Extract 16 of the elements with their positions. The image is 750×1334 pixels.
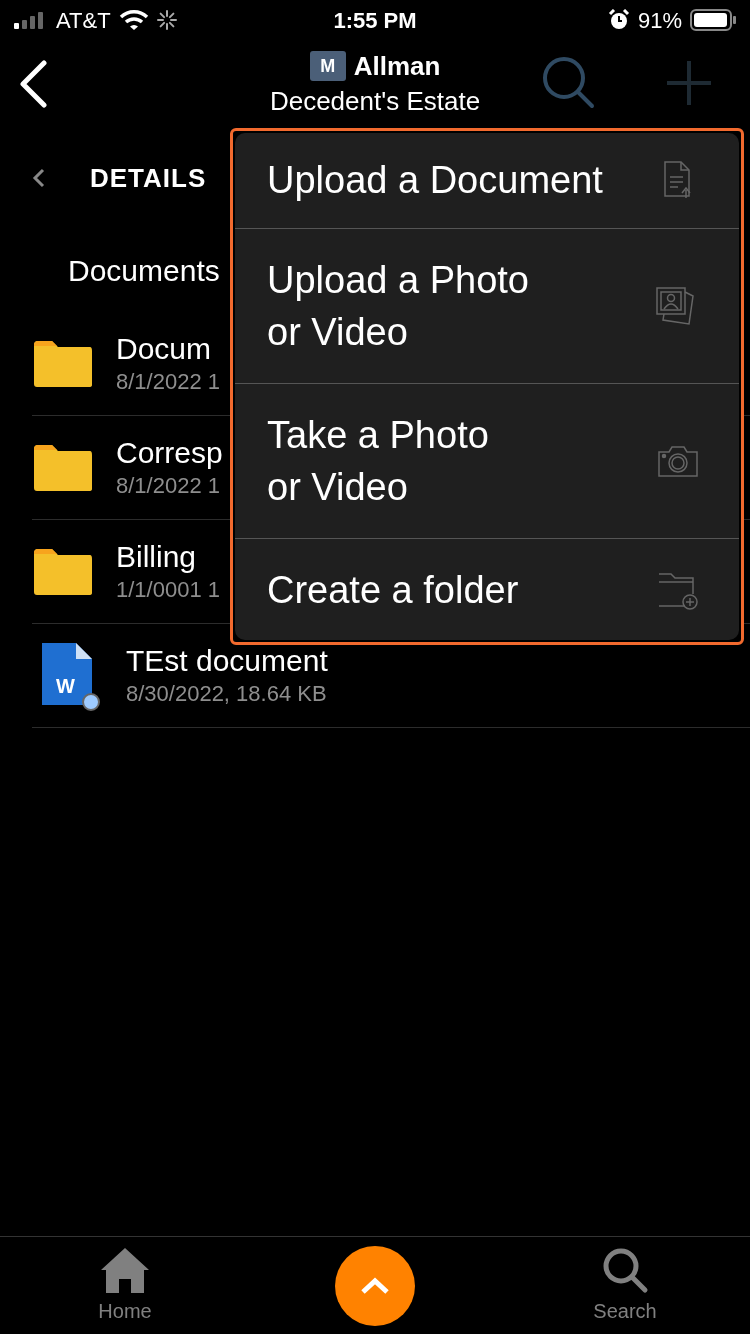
- file-meta: 8/1/2022 1: [116, 367, 220, 396]
- file-meta: 8/1/2022 1: [116, 471, 221, 500]
- file-name: Corresp: [116, 434, 223, 471]
- app-logo: M: [309, 51, 346, 81]
- file-meta: 8/30/2022, 18.64 KB: [126, 679, 328, 708]
- folder-title: Allman: [353, 49, 441, 83]
- file-name: Docum: [116, 330, 213, 367]
- file-meta: 1/1/0001 1: [116, 575, 220, 604]
- folder-subtitle: Decedent's Estate: [269, 85, 481, 118]
- battery-percentage: 91%: [637, 6, 682, 35]
- carrier-name: AT&T: [56, 6, 111, 35]
- file-name: Billing: [116, 538, 198, 575]
- status-time: 1:55 PM: [333, 6, 417, 35]
- section-title: DETAILS: [90, 161, 207, 195]
- group-label: Documents: [68, 252, 220, 289]
- file-name: TEst document: [126, 642, 328, 679]
